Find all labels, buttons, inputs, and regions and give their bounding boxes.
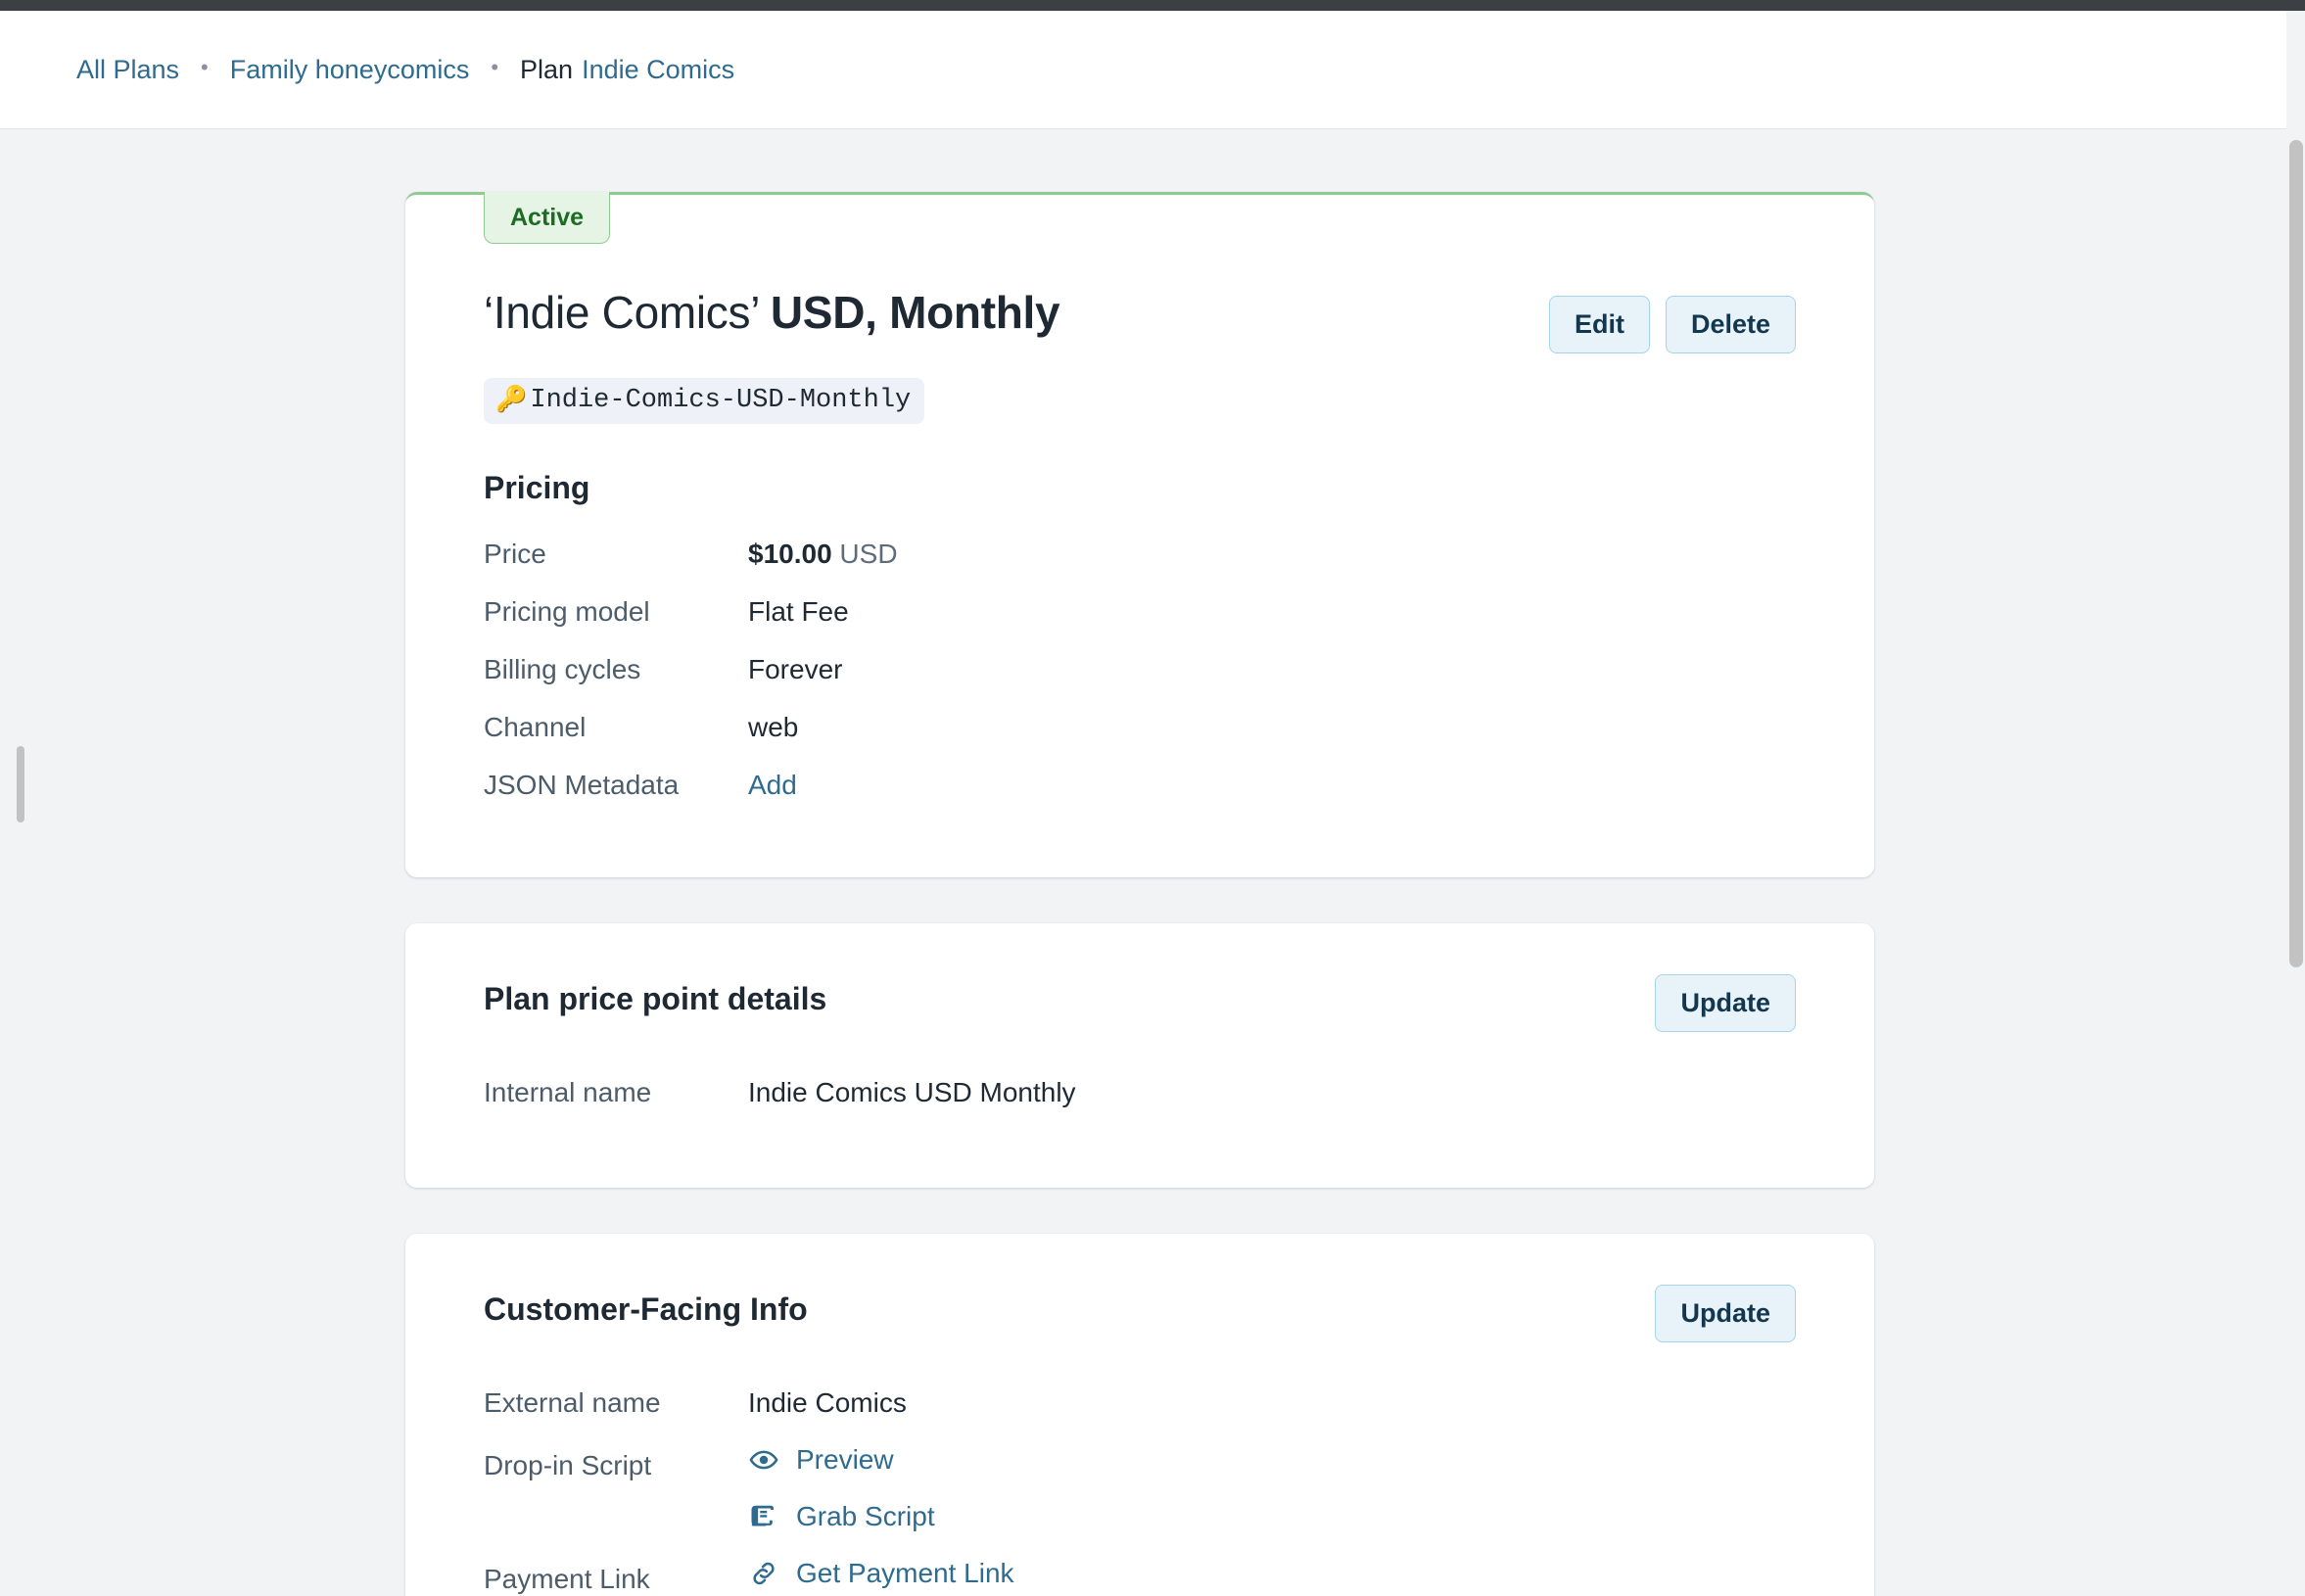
field-row-price: Price $10.00 USD: [484, 538, 1874, 595]
customer-facing-info-card: Customer-Facing Info Update External nam…: [405, 1234, 1874, 1596]
add-json-metadata-link[interactable]: Add: [748, 770, 797, 800]
field-label-pricing-model: Pricing model: [484, 595, 650, 627]
vertical-scrollbar[interactable]: [2286, 129, 2305, 1596]
key-icon: 🔑: [495, 386, 528, 416]
breadcrumb-plan-prefix: Plan: [520, 54, 574, 84]
delete-button[interactable]: Delete: [1665, 296, 1796, 354]
plan-actions: Edit Delete: [1548, 288, 1796, 354]
field-label-dropin-script: Drop-in Script: [484, 1450, 652, 1481]
eye-icon: [748, 1444, 779, 1476]
preview-link[interactable]: Preview: [796, 1443, 894, 1477]
field-label-payment-link: Payment Link: [484, 1564, 650, 1595]
price-currency: USD: [839, 538, 898, 569]
field-row-internal-name: Internal name Indie Comics USD Monthly: [484, 1076, 1796, 1133]
field-value-grab-script: Grab Script: [748, 1500, 935, 1533]
field-row-pricing-model: Pricing model Flat Fee: [484, 595, 1874, 653]
link-icon: [748, 1558, 779, 1589]
breadcrumb: All Plans • Family honeycomics • Plan In…: [76, 54, 734, 84]
plan-summary-card: Active ‘Indie Comics’ USD, Monthly Edit …: [405, 192, 1874, 877]
field-row-channel: Channel web: [484, 711, 1874, 769]
update-price-point-button[interactable]: Update: [1655, 973, 1796, 1033]
breadcrumb-separator: •: [491, 55, 499, 79]
field-row-grab-script: Grab Script: [484, 1500, 1796, 1557]
field-value-payment-link: Get Payment Link: [748, 1557, 1014, 1590]
plan-key-code: Indie-Comics-USD-Monthly: [530, 386, 912, 416]
price-point-header: Plan price point details Update: [484, 973, 1796, 1033]
price-point-title: Plan price point details: [484, 980, 827, 1016]
field-value-channel: web: [748, 711, 799, 742]
page-title: ‘Indie Comics’ USD, Monthly: [484, 287, 1060, 339]
field-label-channel: Channel: [484, 711, 587, 742]
os-top-bar: [0, 0, 2305, 11]
plan-price-point-card: Plan price point details Update Internal…: [405, 922, 1874, 1189]
edit-button[interactable]: Edit: [1548, 296, 1650, 354]
get-payment-link-link[interactable]: Get Payment Link: [796, 1557, 1014, 1590]
field-value-internal-name: Indie Comics USD Monthly: [748, 1077, 1076, 1108]
content-column: Active ‘Indie Comics’ USD, Monthly Edit …: [405, 192, 1874, 1596]
pricing-heading: Pricing: [484, 470, 590, 506]
field-label-internal-name: Internal name: [484, 1077, 652, 1108]
field-row-dropin-script: Drop-in Script Preview: [484, 1443, 1796, 1500]
page-body: Active ‘Indie Comics’ USD, Monthly Edit …: [0, 129, 2286, 1596]
breadcrumb-item-all-plans[interactable]: All Plans: [76, 56, 179, 83]
sidebar-resize-handle[interactable]: [17, 746, 24, 822]
breadcrumb-item-plan: Plan Indie Comics: [520, 54, 734, 84]
field-value-json-metadata: Add: [748, 769, 797, 802]
update-customer-info-button[interactable]: Update: [1655, 1285, 1796, 1343]
customer-info-field-list: External name Indie Comics Drop-in Scrip…: [484, 1386, 1796, 1596]
price-amount: $10.00: [748, 538, 832, 569]
field-value-billing-cycles: Forever: [748, 653, 843, 684]
breadcrumb-item-family[interactable]: Family honeycomics: [230, 56, 470, 83]
customer-info-title: Customer-Facing Info: [484, 1291, 808, 1328]
script-icon: [748, 1501, 779, 1532]
plan-key-badge: 🔑 Indie-Comics-USD-Monthly: [484, 378, 925, 425]
field-value-external-name: Indie Comics: [748, 1387, 907, 1419]
field-label-price: Price: [484, 538, 546, 569]
grab-script-link[interactable]: Grab Script: [796, 1500, 935, 1533]
field-row-external-name: External name Indie Comics: [484, 1386, 1796, 1443]
field-row-payment-link: Payment Link Get Payment Link: [484, 1557, 1796, 1596]
status-badge: Active: [484, 192, 611, 244]
plan-card-header: ‘Indie Comics’ USD, Monthly Edit Delete: [405, 287, 1874, 354]
field-value-price: $10.00 USD: [748, 538, 898, 571]
price-point-field-list: Internal name Indie Comics USD Monthly: [484, 1076, 1796, 1133]
field-row-billing-cycles: Billing cycles Forever: [484, 653, 1874, 711]
field-row-json-metadata: JSON Metadata Add: [484, 769, 1874, 826]
field-value-preview: Preview: [748, 1443, 894, 1477]
plan-title-quoted: ‘Indie Comics’: [484, 287, 759, 338]
breadcrumb-plan-link[interactable]: Indie Comics: [582, 56, 734, 83]
field-label-external-name: External name: [484, 1387, 661, 1419]
breadcrumb-bar: All Plans • Family honeycomics • Plan In…: [0, 11, 2286, 129]
plan-title-bold: USD, Monthly: [770, 287, 1060, 338]
pricing-field-list: Price $10.00 USD Pricing model Flat Fee …: [405, 538, 1874, 826]
vertical-scrollbar-thumb[interactable]: [2289, 140, 2303, 967]
field-label-billing-cycles: Billing cycles: [484, 653, 641, 684]
field-value-pricing-model: Flat Fee: [748, 595, 849, 627]
field-label-json-metadata: JSON Metadata: [484, 769, 680, 800]
breadcrumb-separator: •: [201, 55, 209, 79]
customer-info-header: Customer-Facing Info Update: [484, 1285, 1796, 1343]
